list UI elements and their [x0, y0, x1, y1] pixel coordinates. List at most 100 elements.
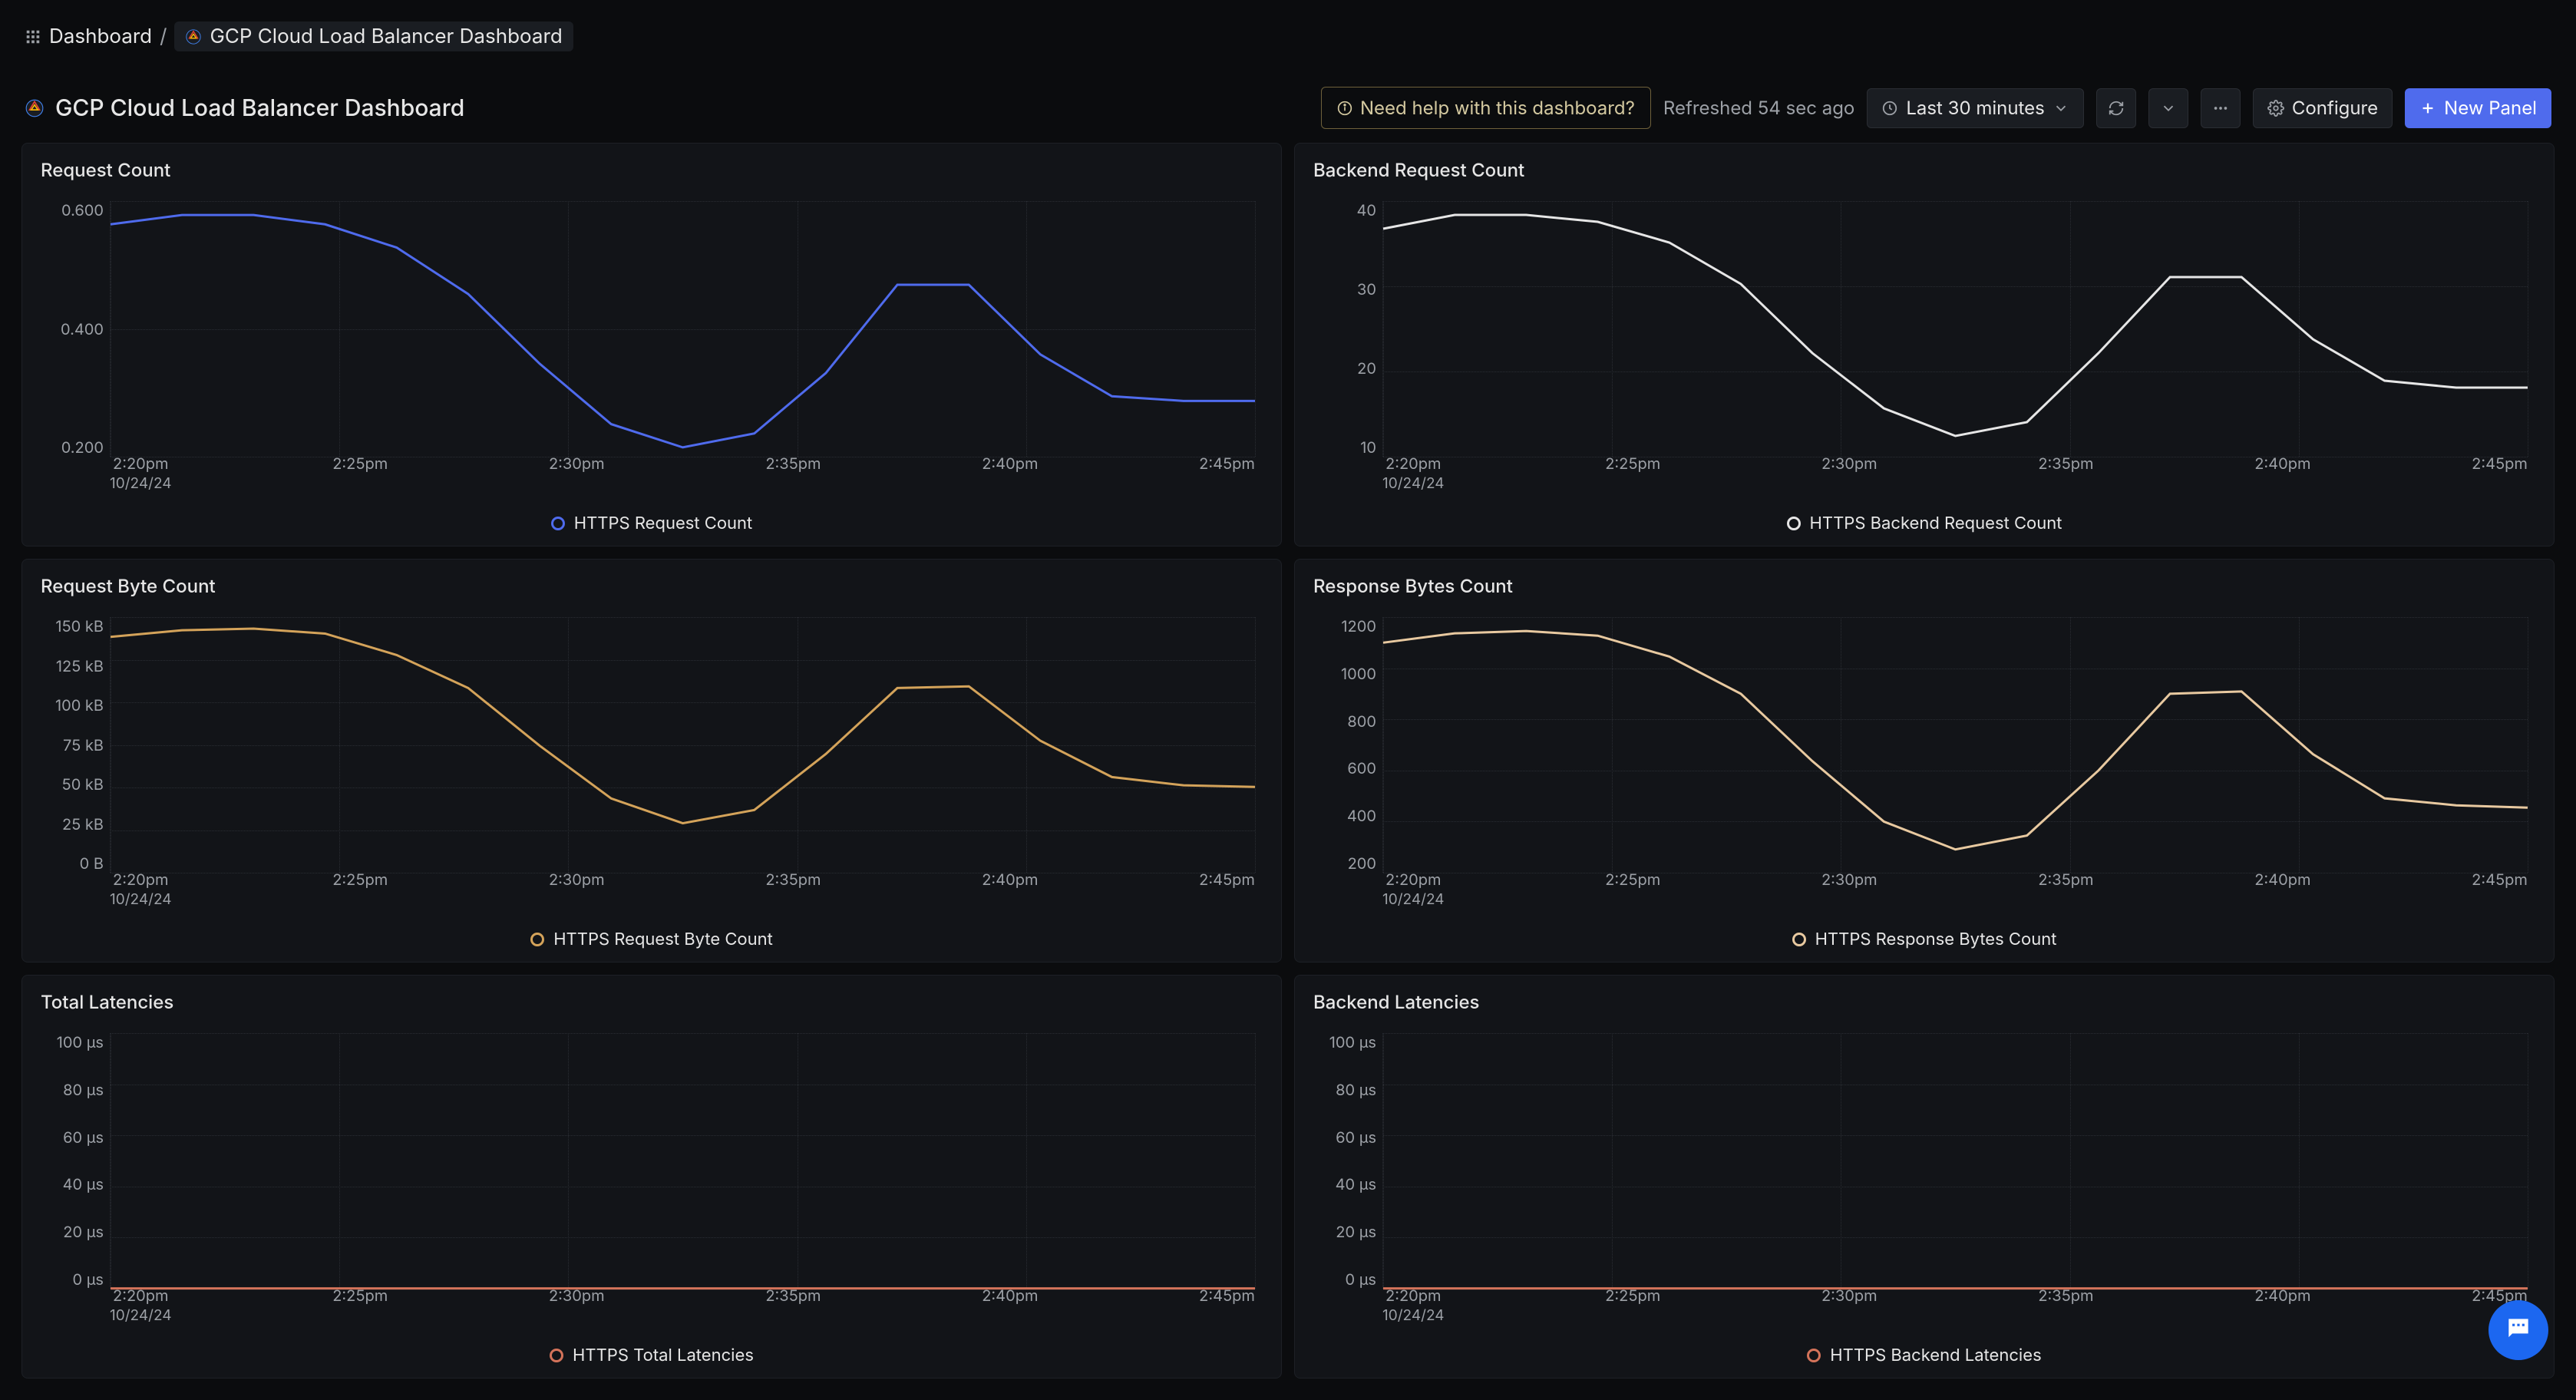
plot-region — [110, 201, 1255, 457]
x-axis: 2:20pm10/24/242:25pm2:30pm2:35pm2:40pm2:… — [110, 870, 1255, 908]
x-tick: 2:30pm — [1821, 1286, 1878, 1324]
new-panel-button[interactable]: New Panel — [2405, 88, 2551, 128]
chevron-down-icon — [2053, 100, 2069, 117]
x-tick: 2:25pm — [1605, 1286, 1660, 1324]
x-tick: 2:40pm — [2254, 1286, 2310, 1324]
legend-label: HTTPS Request Byte Count — [553, 929, 773, 949]
x-tick: 2:40pm — [2254, 454, 2310, 492]
y-tick: 0.200 — [61, 438, 110, 457]
panels-grid: Request Count0.6000.4000.2002:20pm10/24/… — [0, 143, 2576, 1400]
x-tick: 2:35pm — [2038, 454, 2093, 492]
y-tick: 200 — [1348, 854, 1382, 873]
y-tick: 60 µs — [63, 1128, 110, 1147]
refresh-dropdown-button[interactable] — [2148, 88, 2188, 128]
legend-label: HTTPS Total Latencies — [573, 1346, 754, 1365]
x-tick: 2:40pm — [982, 454, 1038, 492]
x-tick: 2:45pm — [1199, 1286, 1255, 1324]
x-axis: 2:20pm10/24/242:25pm2:30pm2:35pm2:40pm2:… — [1382, 454, 2528, 492]
x-tick: 2:20pm10/24/24 — [110, 1286, 172, 1324]
x-tick: 2:25pm — [332, 454, 388, 492]
legend[interactable]: HTTPS Backend Latencies — [1313, 1346, 2535, 1365]
x-axis: 2:20pm10/24/242:25pm2:30pm2:35pm2:40pm2:… — [110, 454, 1255, 492]
legend[interactable]: HTTPS Request Byte Count — [41, 929, 1263, 949]
legend-swatch — [1787, 517, 1801, 530]
legend-label: HTTPS Backend Request Count — [1810, 513, 2062, 533]
x-tick: 2:25pm — [332, 1286, 388, 1324]
y-tick: 20 µs — [1336, 1223, 1382, 1241]
breadcrumb-current-label: GCP Cloud Load Balancer Dashboard — [210, 25, 562, 48]
panel-title: Backend Request Count — [1313, 159, 2535, 181]
y-axis: 40302010 — [1313, 201, 1382, 457]
chat-icon — [2504, 1314, 2533, 1346]
legend[interactable]: HTTPS Backend Request Count — [1313, 513, 2535, 533]
x-tick: 2:40pm — [982, 1286, 1038, 1324]
panel-request-byte-count[interactable]: Request Byte Count150 kB125 kB100 kB75 k… — [21, 559, 1282, 963]
x-tick: 2:35pm — [765, 454, 821, 492]
y-tick: 0 µs — [72, 1270, 110, 1289]
page-title: GCP Cloud Load Balancer Dashboard — [55, 94, 464, 122]
y-tick: 20 — [1357, 359, 1382, 378]
breadcrumb-root[interactable]: Dashboard — [49, 25, 152, 48]
plot-region — [110, 617, 1255, 873]
x-axis: 2:20pm10/24/242:25pm2:30pm2:35pm2:40pm2:… — [1382, 1286, 2528, 1324]
x-tick: 2:30pm — [549, 870, 605, 908]
y-tick: 125 kB — [56, 657, 110, 675]
y-axis: 100 µs80 µs60 µs40 µs20 µs0 µs — [1313, 1033, 1382, 1289]
y-tick: 400 — [1347, 807, 1382, 825]
help-button[interactable]: Need help with this dashboard? — [1321, 87, 1651, 129]
x-axis: 2:20pm10/24/242:25pm2:30pm2:35pm2:40pm2:… — [110, 1286, 1255, 1324]
gcp-icon — [185, 28, 202, 45]
time-range-label: Last 30 minutes — [1906, 97, 2045, 119]
y-tick: 1200 — [1341, 617, 1382, 636]
legend-label: HTTPS Request Count — [574, 513, 753, 533]
legend[interactable]: HTTPS Total Latencies — [41, 1346, 1263, 1365]
configure-button[interactable]: Configure — [2253, 88, 2393, 128]
y-tick: 30 — [1357, 280, 1382, 299]
y-tick: 100 kB — [55, 696, 110, 715]
panel-total-latencies[interactable]: Total Latencies100 µs80 µs60 µs40 µs20 µ… — [21, 975, 1282, 1379]
y-tick: 0.600 — [61, 201, 110, 220]
panel-title: Response Bytes Count — [1313, 575, 2535, 597]
chat-button[interactable] — [2488, 1300, 2548, 1360]
time-range-button[interactable]: Last 30 minutes — [1867, 88, 2084, 128]
x-tick: 2:30pm — [549, 1286, 605, 1324]
more-button[interactable] — [2201, 88, 2241, 128]
panel-response-bytes-count[interactable]: Response Bytes Count12001000800600400200… — [1294, 559, 2555, 963]
x-tick: 2:20pm10/24/24 — [1382, 1286, 1445, 1324]
x-tick: 2:40pm — [2254, 870, 2310, 908]
y-tick: 60 µs — [1336, 1128, 1382, 1147]
x-tick: 2:30pm — [549, 454, 605, 492]
x-tick: 2:25pm — [1605, 870, 1660, 908]
chart-area: 100 µs80 µs60 µs40 µs20 µs0 µs2:20pm10/2… — [1313, 1019, 2535, 1342]
legend[interactable]: HTTPS Response Bytes Count — [1313, 929, 2535, 949]
y-tick: 50 kB — [62, 775, 110, 794]
y-tick: 800 — [1347, 712, 1382, 731]
panel-request-count[interactable]: Request Count0.6000.4000.2002:20pm10/24/… — [21, 143, 1282, 546]
x-tick: 2:25pm — [332, 870, 388, 908]
legend[interactable]: HTTPS Request Count — [41, 513, 1263, 533]
y-tick: 100 µs — [57, 1033, 110, 1052]
plot-region — [1382, 1033, 2528, 1289]
y-tick: 600 — [1347, 759, 1382, 778]
x-tick: 2:45pm — [2472, 870, 2528, 908]
x-tick: 2:45pm — [1199, 454, 1255, 492]
breadcrumb-current[interactable]: GCP Cloud Load Balancer Dashboard — [174, 21, 573, 51]
x-tick: 2:20pm10/24/24 — [1382, 870, 1445, 908]
chart-area: 0.6000.4000.2002:20pm10/24/242:25pm2:30p… — [41, 187, 1263, 510]
x-tick: 2:20pm10/24/24 — [1382, 454, 1445, 492]
x-tick: 2:45pm — [2472, 454, 2528, 492]
panel-backend-request-count[interactable]: Backend Request Count403020102:20pm10/24… — [1294, 143, 2555, 546]
y-tick: 80 µs — [1336, 1081, 1382, 1099]
panel-backend-latencies[interactable]: Backend Latencies100 µs80 µs60 µs40 µs20… — [1294, 975, 2555, 1379]
grip-icon — [25, 28, 41, 45]
panel-title: Backend Latencies — [1313, 991, 2535, 1013]
y-tick: 150 kB — [55, 617, 110, 636]
y-tick: 20 µs — [63, 1223, 110, 1241]
y-axis: 150 kB125 kB100 kB75 kB50 kB25 kB0 B — [41, 617, 110, 873]
y-tick: 0 µs — [1345, 1270, 1382, 1289]
chart-area: 120010008006004002002:20pm10/24/242:25pm… — [1313, 603, 2535, 926]
x-axis: 2:20pm10/24/242:25pm2:30pm2:35pm2:40pm2:… — [1382, 870, 2528, 908]
refresh-button[interactable] — [2096, 88, 2136, 128]
y-tick: 0 B — [80, 854, 110, 873]
y-axis: 12001000800600400200 — [1313, 617, 1382, 873]
